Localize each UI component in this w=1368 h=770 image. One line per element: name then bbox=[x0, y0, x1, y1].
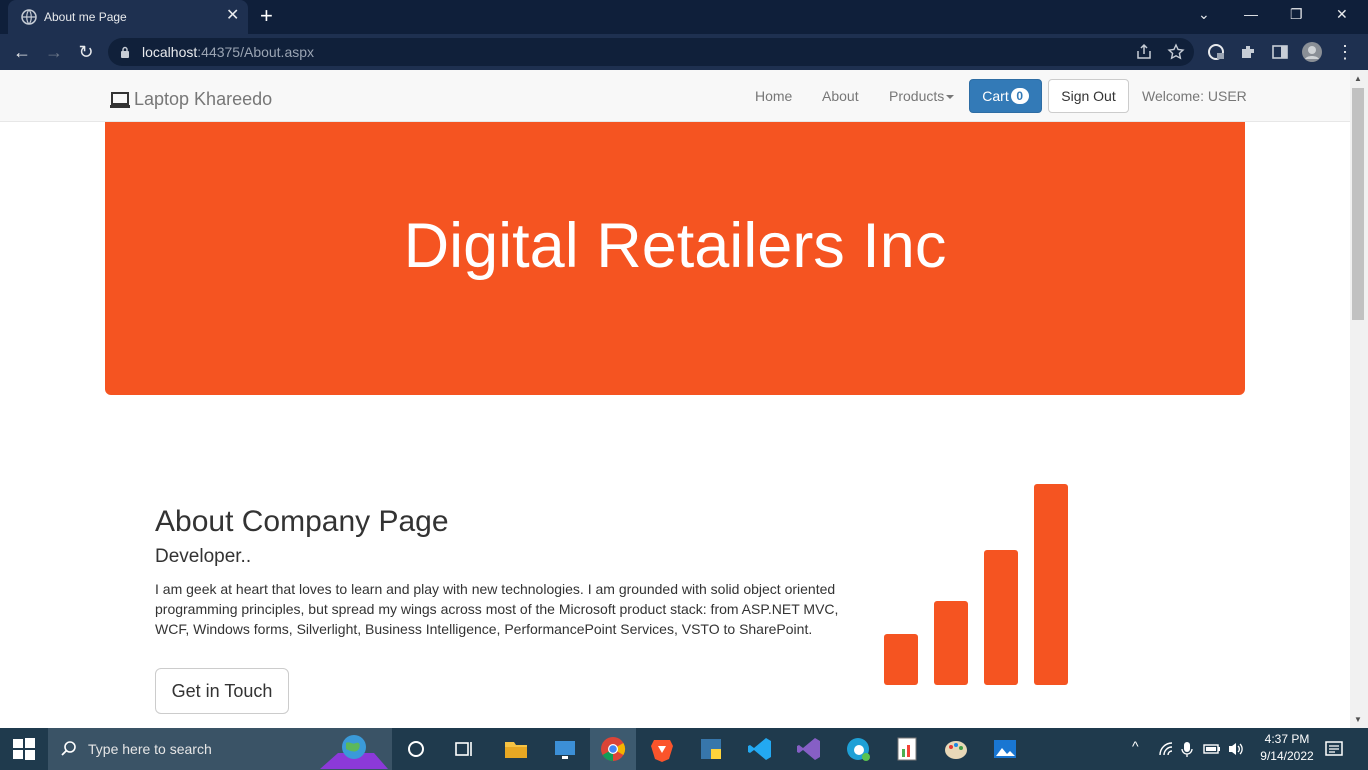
forward-icon[interactable]: → bbox=[44, 42, 64, 62]
wifi-icon[interactable] bbox=[1158, 741, 1174, 757]
microphone-icon[interactable] bbox=[1181, 741, 1193, 757]
nav-about-link[interactable]: About bbox=[822, 88, 859, 104]
extensions-puzzle-icon[interactable] bbox=[1239, 43, 1257, 61]
signout-button[interactable]: Sign Out bbox=[1048, 79, 1129, 113]
visual-studio-icon[interactable] bbox=[795, 735, 823, 763]
edge-icon[interactable] bbox=[844, 735, 872, 763]
cart-count-badge: 0 bbox=[1010, 88, 1029, 104]
nav-home-link[interactable]: Home bbox=[755, 88, 792, 104]
windows-start-icon[interactable] bbox=[12, 737, 36, 761]
url-text: localhost:44375/About.aspx bbox=[142, 44, 315, 60]
chrome-icon[interactable] bbox=[599, 735, 627, 763]
brave-icon[interactable] bbox=[648, 735, 676, 763]
extension-gauge-icon[interactable] bbox=[1207, 43, 1225, 61]
restore-icon[interactable]: ❐ bbox=[1290, 6, 1303, 23]
scroll-up-icon[interactable]: ▲ bbox=[1354, 74, 1362, 83]
vscode-icon[interactable] bbox=[746, 735, 774, 763]
taskbar-clock[interactable]: 4:37 PM 9/14/2022 bbox=[1252, 731, 1322, 765]
back-icon[interactable]: ← bbox=[12, 42, 32, 62]
browser-tab[interactable]: About me Page ✕ bbox=[8, 0, 248, 34]
caret-down-icon bbox=[946, 95, 955, 100]
close-window-icon[interactable]: ✕ bbox=[1336, 6, 1348, 23]
search-icon bbox=[61, 741, 76, 756]
new-tab-icon[interactable]: + bbox=[260, 5, 273, 27]
cart-label: Cart bbox=[982, 88, 1009, 104]
nav-products-label: Products bbox=[889, 88, 945, 104]
reload-icon[interactable]: ↻ bbox=[76, 42, 96, 62]
monitor-app-icon[interactable] bbox=[551, 735, 579, 763]
file-explorer-icon[interactable] bbox=[502, 735, 530, 763]
scroll-down-icon[interactable]: ▼ bbox=[1354, 715, 1362, 724]
lock-icon bbox=[121, 46, 129, 58]
battery-icon[interactable] bbox=[1203, 743, 1221, 755]
taskbar-search-placeholder: Type here to search bbox=[88, 741, 212, 757]
brand-name: Laptop Khareedo bbox=[134, 89, 273, 109]
python-idle-icon[interactable] bbox=[697, 735, 725, 763]
get-in-touch-button[interactable]: Get in Touch bbox=[155, 668, 289, 714]
tab-search-icon[interactable]: ⌄ bbox=[1198, 6, 1210, 23]
tray-chevron-up-icon[interactable]: ^ bbox=[1132, 738, 1139, 754]
bookmark-star-icon[interactable] bbox=[1167, 43, 1185, 61]
brand-link[interactable]: Laptop Khareedo bbox=[109, 89, 272, 110]
clock-date: 9/14/2022 bbox=[1260, 749, 1314, 763]
side-panel-icon[interactable] bbox=[1271, 43, 1289, 61]
hero-title: Digital Retailers Inc bbox=[403, 211, 947, 281]
photos-icon[interactable] bbox=[991, 735, 1019, 763]
search-highlight-globe-icon[interactable] bbox=[318, 729, 390, 769]
clock-time: 4:37 PM bbox=[1264, 732, 1310, 746]
cart-button[interactable]: Cart 0 bbox=[969, 79, 1042, 113]
scrollbar-thumb[interactable] bbox=[1352, 88, 1364, 320]
bar-chart-icon bbox=[884, 484, 1068, 685]
volume-icon[interactable] bbox=[1227, 741, 1245, 757]
task-view-icon[interactable] bbox=[453, 738, 475, 760]
menu-kebab-icon[interactable]: ⋮ bbox=[1335, 42, 1355, 62]
tab-close-icon[interactable]: ✕ bbox=[226, 8, 239, 24]
share-icon[interactable] bbox=[1135, 43, 1153, 61]
cortana-icon[interactable] bbox=[405, 738, 427, 760]
welcome-text: Welcome: USER bbox=[1142, 88, 1247, 104]
avatar[interactable] bbox=[1302, 42, 1322, 62]
tab-title: About me Page bbox=[44, 10, 127, 24]
about-subtitle: Developer.. bbox=[155, 546, 252, 567]
minimize-icon[interactable]: — bbox=[1244, 6, 1258, 22]
nav-products-dropdown[interactable]: Products bbox=[889, 88, 955, 104]
notepad-chart-icon[interactable] bbox=[893, 735, 921, 763]
notifications-icon[interactable] bbox=[1324, 739, 1344, 759]
paint-icon[interactable] bbox=[942, 735, 970, 763]
about-paragraph: I am geek at heart that loves to learn a… bbox=[155, 581, 839, 637]
about-title: About Company Page bbox=[155, 505, 449, 538]
laptop-icon bbox=[110, 91, 130, 108]
globe-icon bbox=[21, 9, 37, 25]
hero-banner: Digital Retailers Inc bbox=[105, 122, 1245, 395]
